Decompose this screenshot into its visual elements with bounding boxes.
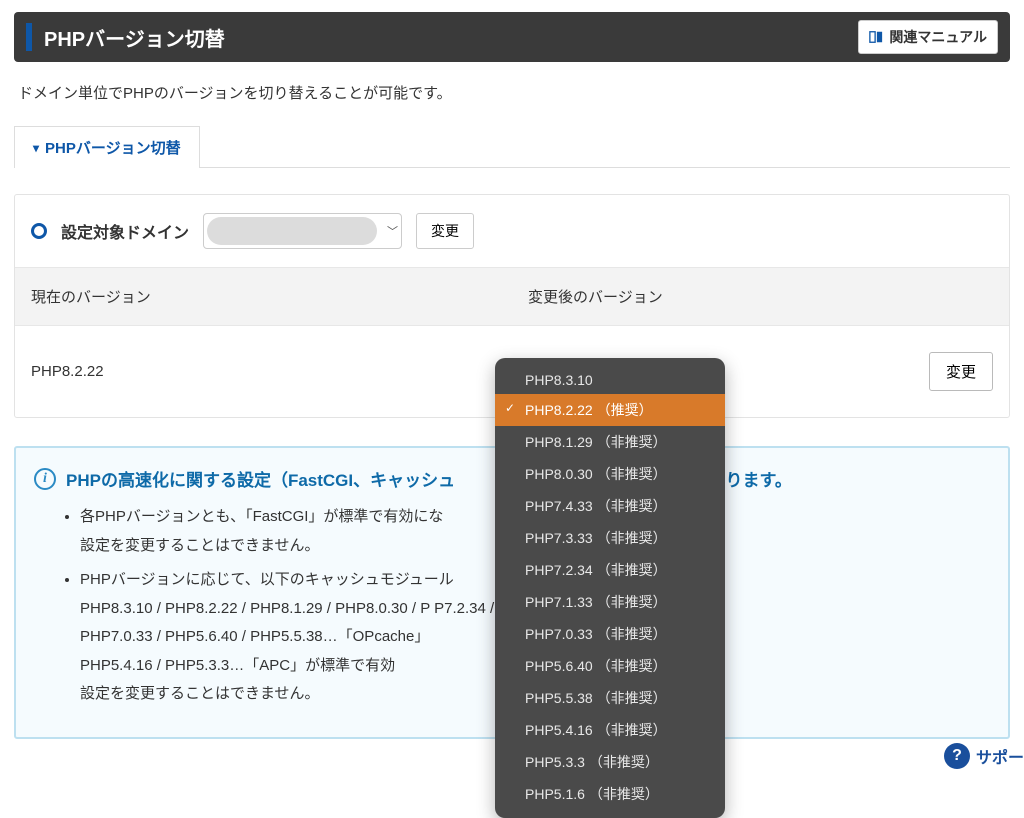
dropdown-item-label: PHP8.3.10	[525, 372, 593, 388]
domain-row: 設定対象ドメイン ﹀ 変更	[15, 195, 1009, 267]
dropdown-item-label: PHP5.4.16 （非推奨）	[525, 722, 667, 738]
dropdown-item-label: PHP7.3.33 （非推奨）	[525, 530, 667, 546]
dropdown-item[interactable]: PHP7.0.33 （非推奨）	[495, 618, 725, 650]
check-icon: ✓	[505, 401, 515, 415]
related-manual-label: 関連マニュアル	[889, 27, 987, 47]
dropdown-item[interactable]: PHP8.1.29 （非推奨）	[495, 426, 725, 458]
info-title-prefix: PHPの高速化に関する設定（FastCGI、キャッシュ	[66, 471, 455, 490]
header-bar: PHPバージョン切替 関連マニュアル	[14, 12, 1010, 62]
tab-label: PHPバージョン切替	[45, 137, 181, 158]
version-header-row: 現在のバージョン 変更後のバージョン	[15, 267, 1009, 325]
dropdown-item[interactable]: PHP7.4.33 （非推奨）	[495, 490, 725, 522]
header-accent	[26, 23, 32, 51]
radio-icon	[31, 223, 47, 239]
page-description: ドメイン単位でPHPのバージョンを切り替えることが可能です。	[18, 82, 1006, 103]
dropdown-item-label: PHP7.1.33 （非推奨）	[525, 594, 667, 610]
version-change-button[interactable]: 変更	[929, 352, 993, 391]
dropdown-item[interactable]: PHP8.3.10	[495, 366, 725, 394]
current-version-value: PHP8.2.22	[15, 326, 512, 417]
dropdown-item-label: PHP7.4.33 （非推奨）	[525, 498, 667, 514]
book-icon	[869, 30, 883, 44]
dropdown-item[interactable]: PHP5.3.3 （非推奨）	[495, 746, 725, 778]
dropdown-item[interactable]: PHP5.6.40 （非推奨）	[495, 650, 725, 682]
current-version-header: 現在のバージョン	[15, 268, 512, 325]
page-title: PHPバージョン切替	[44, 23, 225, 52]
dropdown-item-label: PHP5.5.38 （非推奨）	[525, 690, 667, 706]
dropdown-item-label: PHP5.3.3 （非推奨）	[525, 754, 659, 770]
dropdown-item-label: PHP8.2.22 （推奨）	[525, 402, 653, 418]
related-manual-button[interactable]: 関連マニュアル	[858, 20, 998, 54]
tab-php-version-switch[interactable]: ▾ PHPバージョン切替	[14, 126, 200, 168]
info-icon: i	[34, 468, 56, 490]
dropdown-item-label: PHP7.2.34 （非推奨）	[525, 562, 667, 578]
support-fab[interactable]: ? サポー	[944, 743, 1024, 769]
domain-select[interactable]	[207, 217, 377, 245]
dropdown-item[interactable]: PHP5.5.38 （非推奨）	[495, 682, 725, 714]
chevron-down-icon[interactable]: ﹀	[387, 223, 398, 239]
domain-label: 設定対象ドメイン	[61, 219, 189, 243]
dropdown-item[interactable]: PHP7.2.34 （非推奨）	[495, 554, 725, 586]
dropdown-item-label: PHP8.0.30 （非推奨）	[525, 466, 667, 482]
dropdown-item[interactable]: PHP5.1.6 （非推奨）	[495, 778, 725, 810]
dropdown-item[interactable]: PHP8.0.30 （非推奨）	[495, 458, 725, 490]
new-version-header: 変更後のバージョン	[512, 268, 1009, 325]
php-version-dropdown[interactable]: PHP8.3.10 ✓ PHP8.2.22 （推奨） PHP8.1.29 （非推奨） P…	[495, 358, 725, 818]
dropdown-item[interactable]: PHP5.4.16 （非推奨）	[495, 714, 725, 746]
tab-row: ▾ PHPバージョン切替	[14, 125, 1010, 168]
domain-change-button[interactable]: 変更	[416, 213, 474, 249]
dropdown-item[interactable]: PHP7.1.33 （非推奨）	[495, 586, 725, 618]
dropdown-item[interactable]: PHP7.3.33 （非推奨）	[495, 522, 725, 554]
dropdown-item-label: PHP5.6.40 （非推奨）	[525, 658, 667, 674]
dropdown-item-label: PHP5.1.6 （非推奨）	[525, 786, 659, 802]
help-icon: ?	[944, 743, 970, 769]
dropdown-item-label: PHP7.0.33 （非推奨）	[525, 626, 667, 642]
dropdown-item[interactable]: ✓ PHP8.2.22 （推奨）	[495, 394, 725, 426]
support-label: サポー	[976, 744, 1024, 768]
chevron-down-icon: ▾	[33, 141, 39, 155]
domain-select-wrap: ﹀	[203, 213, 402, 249]
dropdown-item-label: PHP8.1.29 （非推奨）	[525, 434, 667, 450]
